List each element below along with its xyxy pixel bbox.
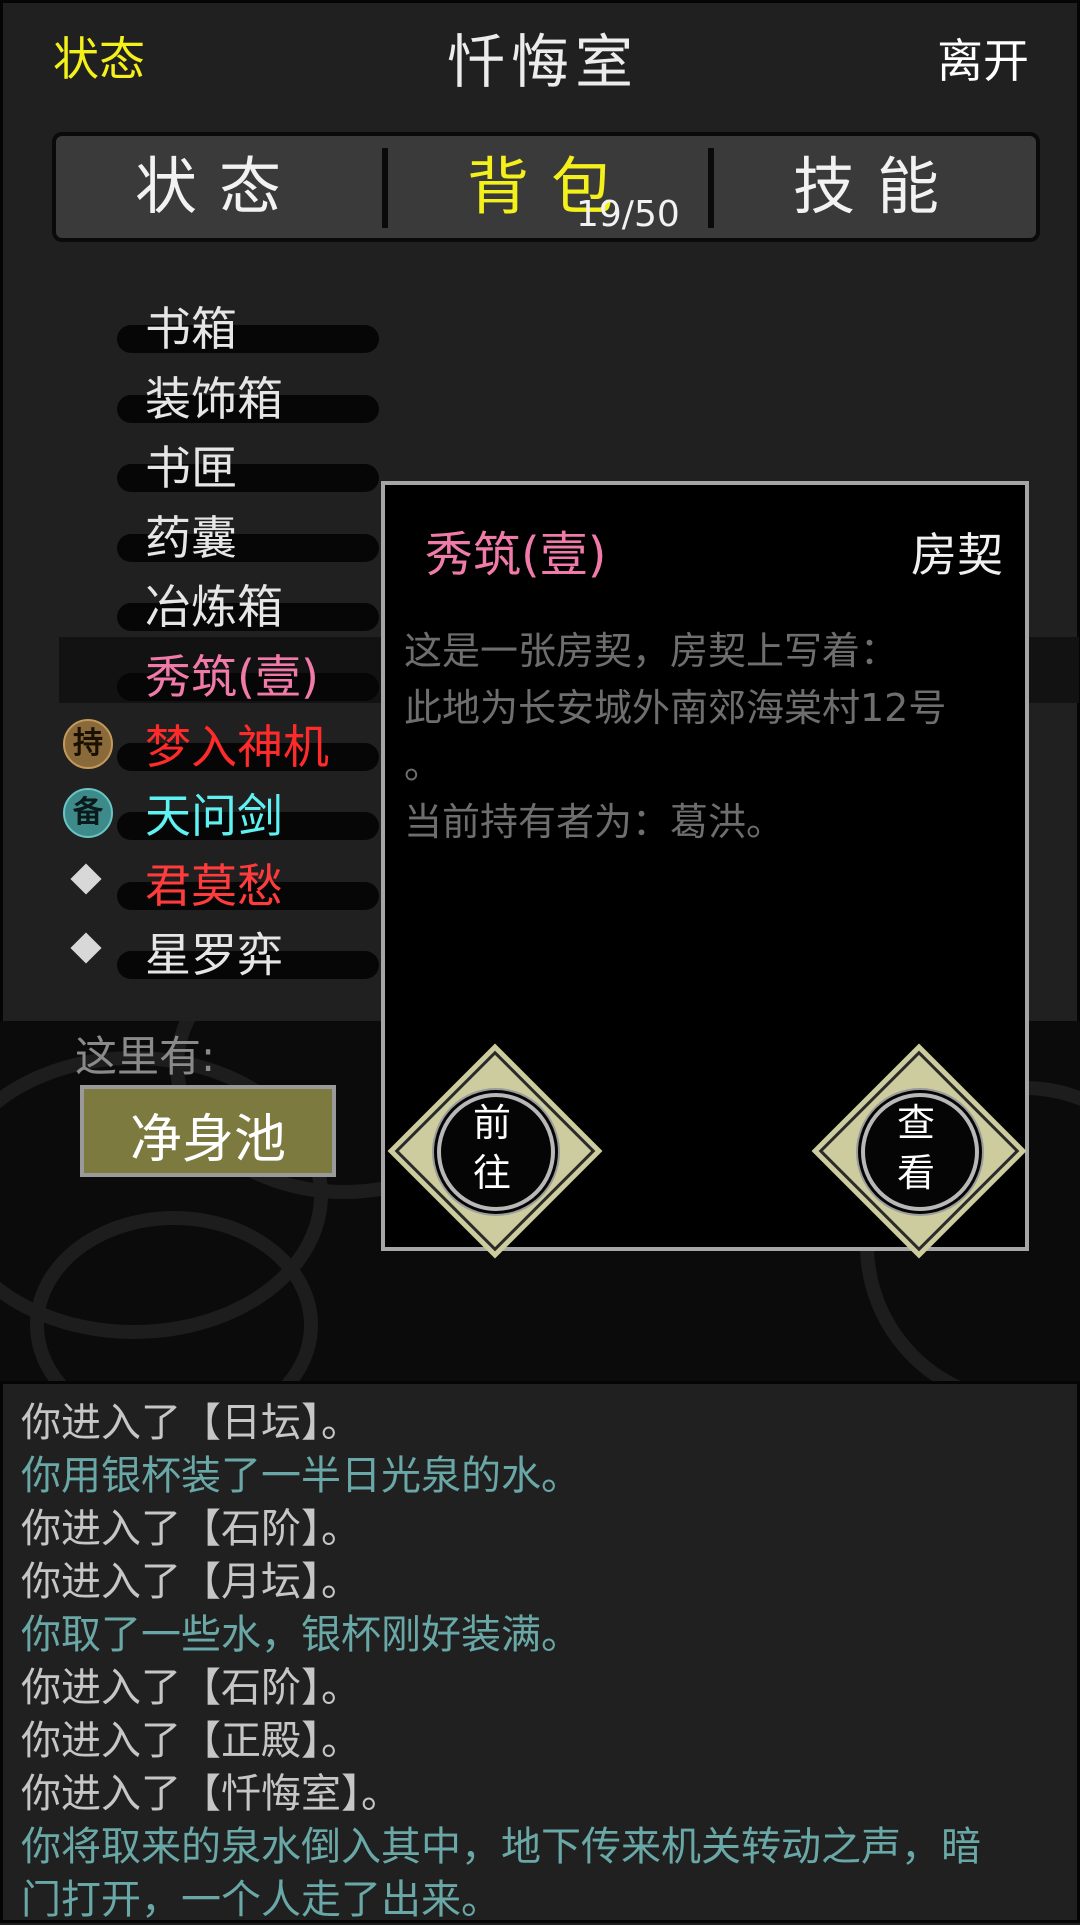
diamond-icon	[70, 932, 102, 964]
item-name: 天问剑	[145, 789, 283, 844]
goto-label-1: 前	[472, 1101, 511, 1145]
view-label-2: 看	[896, 1151, 935, 1195]
item-name: 秀筑(壹)	[145, 650, 319, 704]
here-label: 这里有:	[75, 1032, 216, 1081]
log-line: 你用银杯装了一半日光泉的水。	[21, 1453, 581, 1499]
item-name: 装饰箱	[145, 371, 283, 426]
inventory-item[interactable]: 药囊	[59, 498, 379, 565]
log-line: 门打开，一个人走了出来。	[21, 1877, 501, 1923]
leave-button[interactable]: 离开	[937, 25, 1029, 91]
log-line: 你进入了【忏悔室】。	[21, 1771, 401, 1817]
log-line: 你进入了【石阶】。	[21, 1665, 361, 1711]
goto-button[interactable]: 前 往	[394, 1050, 596, 1252]
item-detail-popup: 秀筑(壹) 房契 这是一张房契，房契上写着： 此地为长安城外南郊海棠村12号 。…	[381, 481, 1029, 1252]
item-name: 书箱	[145, 302, 237, 356]
view-button[interactable]: 查 看	[818, 1050, 1020, 1252]
inventory-item[interactable]: 书箱	[59, 289, 379, 356]
inventory-count: 19/50	[576, 194, 680, 235]
scene-object-button[interactable]: 净身池	[80, 1085, 336, 1177]
log-line: 你取了一些水，银杯刚好装满。	[21, 1612, 581, 1658]
equipped-badge: 备	[63, 788, 113, 839]
diamond-icon	[70, 863, 102, 895]
item-name: 星罗弈	[145, 928, 283, 983]
log-line: 你进入了【正殿】。	[21, 1718, 361, 1764]
held-badge: 持	[63, 718, 113, 769]
scene-object-label: 净身池	[129, 1110, 286, 1170]
log-line: 你进入了【石阶】。	[21, 1506, 361, 1552]
description-line: 此地为长安城外南郊海棠村12号	[404, 686, 947, 730]
inventory-item[interactable]: 君莫愁	[59, 846, 379, 913]
inventory-item[interactable]: 冶炼箱	[59, 567, 379, 634]
tab-bar: 状态 背包 19/50 技能	[52, 132, 1040, 242]
tab-skills[interactable]: 技能	[714, 136, 1040, 238]
inventory-item[interactable]: 装饰箱	[59, 359, 379, 426]
description-line: 当前持有者为：葛洪。	[404, 800, 785, 844]
item-name: 梦入神机	[145, 719, 329, 774]
log-line: 你进入了【月坛】。	[21, 1559, 361, 1605]
view-label-1: 查	[896, 1101, 935, 1145]
description-line: 这是一张房契，房契上写着：	[404, 629, 899, 673]
item-name: 书匣	[145, 441, 237, 496]
popup-description: 这是一张房契，房契上写着： 此地为长安城外南郊海棠村12号 。 当前持有者为：葛…	[404, 623, 1014, 851]
description-line: 。	[404, 743, 443, 787]
goto-label-2: 往	[472, 1151, 511, 1195]
popup-item-name: 秀筑(壹)	[425, 527, 607, 583]
item-name: 君莫愁	[145, 858, 283, 913]
inventory-item[interactable]: 备天问剑	[59, 776, 379, 843]
item-name: 药囊	[145, 510, 237, 565]
room-title: 忏悔室	[446, 28, 639, 96]
message-log[interactable]: 你进入了【日坛】。你用银杯装了一半日光泉的水。 你进入了【石阶】。 你进入了【月坛】…	[0, 1381, 1080, 1923]
inventory-item[interactable]: 持梦入神机	[59, 707, 379, 774]
log-line: 你将取来的泉水倒入其中，地下传来机关转动之声，暗	[21, 1824, 981, 1870]
item-name: 冶炼箱	[145, 580, 283, 635]
inventory-item[interactable]: 书匣	[59, 428, 379, 495]
tab-status[interactable]: 状态	[56, 136, 382, 238]
inventory-item[interactable]: 星罗弈	[59, 915, 379, 982]
log-line: 你进入了【日坛】。	[21, 1400, 361, 1446]
popup-item-type: 房契	[911, 528, 1003, 582]
